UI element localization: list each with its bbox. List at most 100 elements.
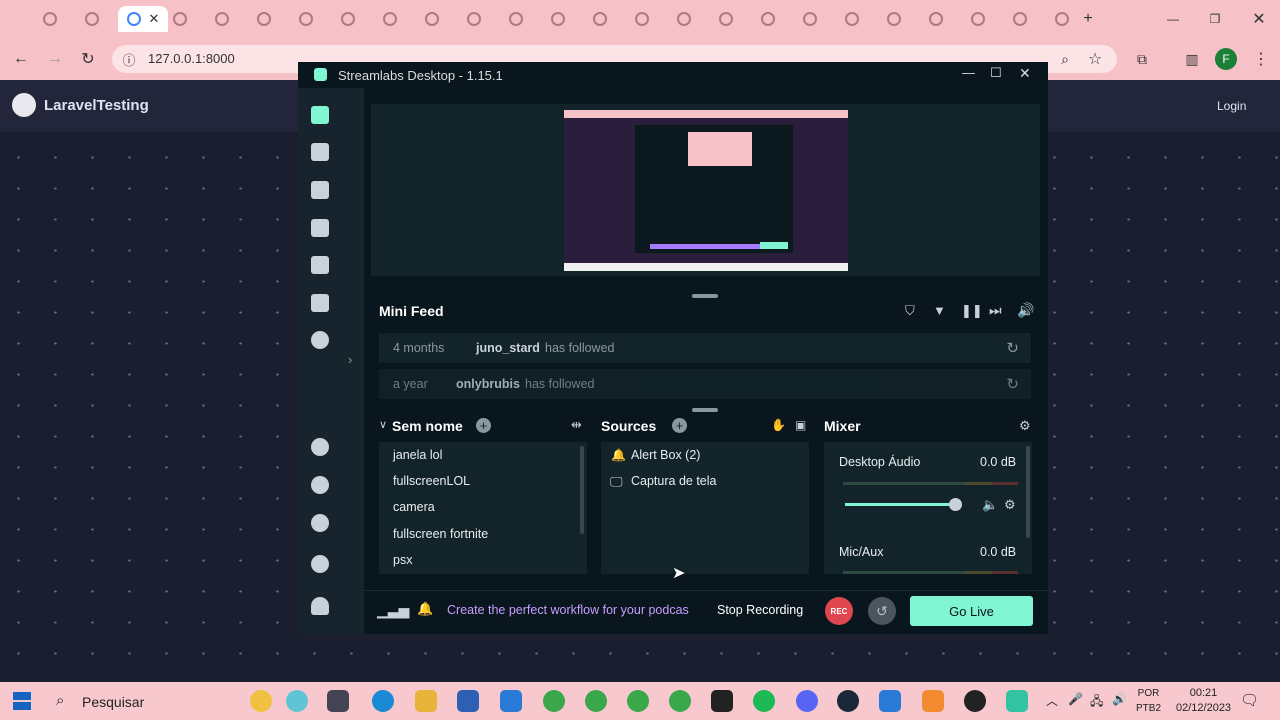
browser-tab[interactable] <box>244 6 284 32</box>
scene-transitions-icon[interactable]: ⇹ <box>571 417 582 433</box>
close-window-icon[interactable]: ✕ <box>1248 8 1270 30</box>
replay-event-icon[interactable]: ↻ <box>1006 339 1019 357</box>
mixer-settings-icon[interactable]: ⚙ <box>1019 418 1031 434</box>
extensions-icon[interactable]: ⧉ <box>1131 48 1153 70</box>
play-icon[interactable] <box>311 331 329 349</box>
browser-tab[interactable] <box>1042 6 1082 32</box>
skip-icon[interactable]: ⏭ <box>989 302 1002 319</box>
close-tab-icon[interactable]: ✕ <box>149 11 160 27</box>
add-source-icon[interactable]: + <box>672 418 687 433</box>
collapse-icon[interactable]: ∨ <box>379 418 387 431</box>
browser-tab[interactable] <box>286 6 326 32</box>
chrome-icon[interactable] <box>669 690 691 712</box>
scenes-scrollbar[interactable] <box>580 446 584 534</box>
media-player-icon[interactable] <box>964 690 986 712</box>
spotify-icon[interactable] <box>753 690 775 712</box>
scene-item[interactable]: psx <box>393 553 412 567</box>
browser-tab[interactable] <box>748 6 788 32</box>
browser-tab[interactable] <box>496 6 536 32</box>
chrome-icon[interactable] <box>585 690 607 712</box>
add-scene-icon[interactable]: + <box>476 418 491 433</box>
settings-gear-icon[interactable] <box>311 555 329 573</box>
browser-tab[interactable] <box>160 6 200 32</box>
browser-tab[interactable] <box>664 6 704 32</box>
store-icon[interactable] <box>311 256 329 274</box>
add-folder-icon[interactable]: ▣ <box>795 418 806 432</box>
site-title[interactable]: LaravelTesting <box>44 97 149 114</box>
account-icon[interactable] <box>311 597 329 615</box>
streamlabs-taskbar-icon[interactable] <box>1006 690 1028 712</box>
expand-sidebar-icon[interactable]: › <box>348 352 352 367</box>
browser-tab[interactable] <box>412 6 452 32</box>
browser-tab[interactable] <box>30 6 70 32</box>
scene-item[interactable]: fullscreen fortnite <box>393 527 488 541</box>
input-language[interactable]: POR PTB2 <box>1136 686 1161 716</box>
resize-handle[interactable] <box>692 294 718 298</box>
volume-icon[interactable]: 🔊 <box>1017 302 1034 319</box>
scene-item[interactable]: janela lol <box>393 448 442 462</box>
taskbar-search[interactable]: ⌕ Pesquisar <box>48 684 248 718</box>
forward-icon[interactable]: → <box>44 48 66 70</box>
replay-buffer-icon[interactable]: ↺ <box>868 597 896 625</box>
resize-handle[interactable] <box>692 408 718 412</box>
browser-tab[interactable] <box>72 6 112 32</box>
notifications-icon[interactable]: 🗨 <box>1240 691 1259 709</box>
task-view-icon[interactable] <box>327 690 349 712</box>
scene-item[interactable]: fullscreenLOL <box>393 474 470 488</box>
shield-icon[interactable]: ⛉ <box>905 303 915 319</box>
widget-icon[interactable] <box>286 690 308 712</box>
mixer-scrollbar[interactable] <box>1026 446 1030 538</box>
back-icon[interactable]: ← <box>10 48 32 70</box>
notification-bell-icon[interactable]: 🔔 <box>417 601 433 617</box>
tools-icon[interactable] <box>311 219 329 237</box>
browser-tab[interactable] <box>622 6 662 32</box>
source-item[interactable]: Alert Box (2) <box>631 448 700 462</box>
steam-icon[interactable] <box>837 690 859 712</box>
browser-tab[interactable] <box>958 6 998 32</box>
browser-tab[interactable] <box>538 6 578 32</box>
browser-tab[interactable] <box>832 6 872 32</box>
app-icon[interactable] <box>311 438 329 456</box>
chrome-icon[interactable] <box>543 690 565 712</box>
bookmark-star-icon[interactable]: ☆ <box>1084 48 1106 70</box>
pause-icon[interactable]: ❚❚ <box>961 303 983 319</box>
browser-tab[interactable] <box>916 6 956 32</box>
discord-icon[interactable] <box>796 690 818 712</box>
zoom-icon[interactable]: ⌕ <box>1054 48 1076 70</box>
dashboard-icon[interactable] <box>311 143 329 161</box>
close-icon[interactable]: ✕ <box>1019 65 1031 82</box>
mail-icon[interactable] <box>500 690 522 712</box>
sidepanel-icon[interactable]: ▥ <box>1181 48 1203 70</box>
performance-icon[interactable]: ▁▃▅ <box>377 602 409 619</box>
app-icon[interactable] <box>311 476 329 494</box>
maximize-icon[interactable]: ☐ <box>990 65 1002 81</box>
tray-chevron-icon[interactable]: ︿ <box>1046 692 1058 709</box>
library-icon[interactable] <box>311 181 329 199</box>
browser-tab[interactable] <box>580 6 620 32</box>
browser-tab[interactable] <box>790 6 830 32</box>
xampp-icon[interactable] <box>922 690 944 712</box>
go-live-button[interactable]: Go Live <box>910 596 1033 626</box>
volume-slider-handle[interactable] <box>949 498 962 511</box>
source-item[interactable]: Captura de tela <box>631 474 716 488</box>
profile-avatar[interactable]: F <box>1215 48 1237 70</box>
store-icon[interactable] <box>457 690 479 712</box>
network-icon[interactable]: 🖧 <box>1090 692 1103 713</box>
chrome-icon[interactable] <box>627 690 649 712</box>
microphone-icon[interactable]: 🎤 <box>1068 692 1083 706</box>
browser-tab[interactable] <box>202 6 242 32</box>
minimize-icon[interactable]: — <box>962 65 975 80</box>
new-tab-icon[interactable]: + <box>1077 8 1099 30</box>
stream-preview[interactable] <box>564 110 848 271</box>
site-logo-icon[interactable] <box>12 93 36 117</box>
taskbar-clock[interactable]: 00:21 02/12/2023 <box>1176 686 1231 716</box>
replay-event-icon[interactable]: ↻ <box>1006 375 1019 393</box>
edge-icon[interactable] <box>372 690 394 712</box>
minimize-icon[interactable]: — <box>1162 8 1184 30</box>
hand-icon[interactable]: ✋ <box>771 418 786 432</box>
info-icon[interactable]: ⓘ <box>118 48 140 70</box>
restore-icon[interactable]: ❐ <box>1204 8 1226 30</box>
speed-icon[interactable] <box>711 690 733 712</box>
promo-banner[interactable]: Create the perfect workflow for your pod… <box>447 603 705 617</box>
login-link[interactable]: Login <box>1217 99 1246 113</box>
